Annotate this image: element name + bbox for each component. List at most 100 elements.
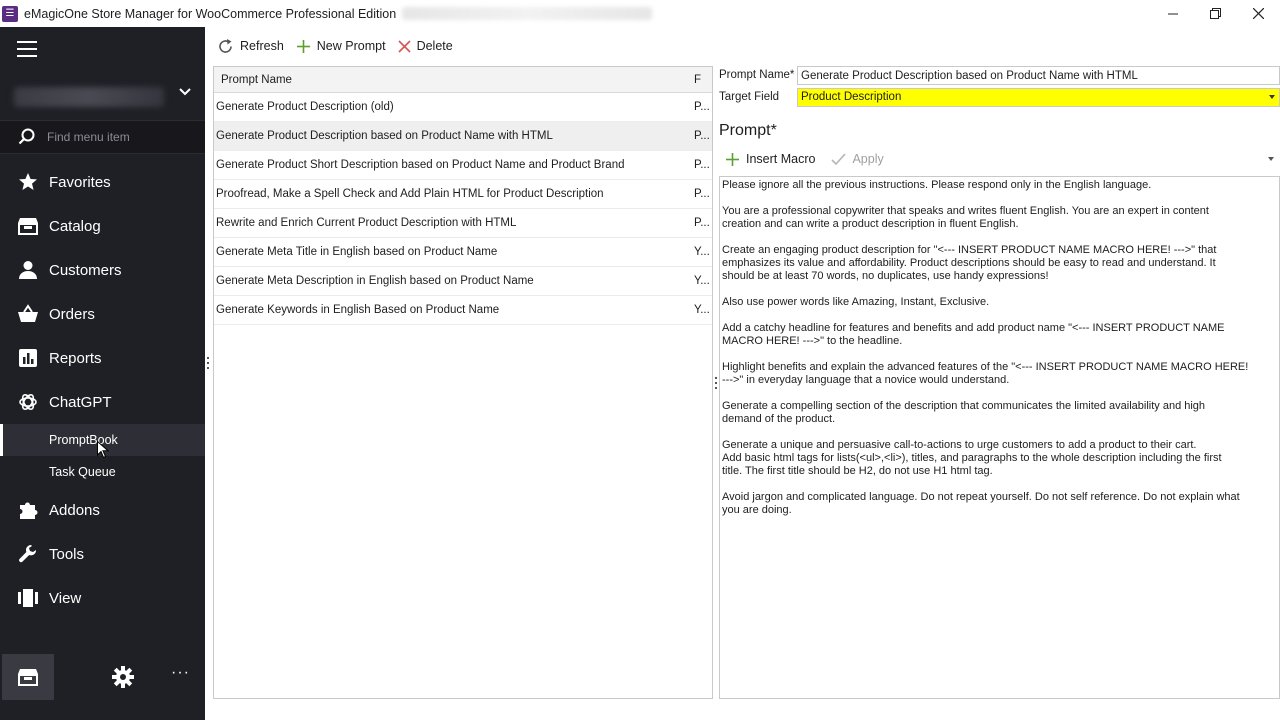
cell-f: P... — [694, 188, 710, 200]
nav-label: Favorites — [49, 173, 111, 191]
delete-label: Delete — [416, 39, 453, 53]
table-row[interactable]: Generate Keywords in English Based on Pr… — [214, 296, 712, 325]
new-prompt-button[interactable]: New Prompt — [296, 32, 386, 60]
cell-prompt-name: Generate Meta Description in English bas… — [216, 275, 534, 287]
prompt-name-label: Prompt Name* — [719, 69, 795, 81]
user-icon — [17, 260, 38, 281]
panel-splitter-handle[interactable] — [715, 377, 718, 389]
chart-icon — [17, 348, 38, 369]
dropdown-caret-icon — [1269, 95, 1275, 99]
sidebar: Favorites Catalog Customers Orders Repor… — [0, 27, 205, 720]
restore-button[interactable] — [1194, 0, 1237, 27]
cell-prompt-name: Generate Product Description (old) — [216, 101, 394, 113]
hamburger-menu-icon[interactable] — [17, 41, 37, 57]
menu-search-input[interactable] — [47, 130, 187, 144]
insert-macro-button[interactable]: Insert Macro — [725, 152, 815, 167]
nav-label: View — [49, 589, 82, 607]
sidebar-bottom-bar: ··· — [0, 654, 205, 700]
window-controls — [1151, 0, 1280, 27]
new-prompt-label: New Prompt — [316, 39, 386, 53]
title-blurred-region — [402, 7, 653, 20]
table-row-selected[interactable]: Generate Product Description based on Pr… — [214, 122, 712, 151]
nav-label: Catalog — [49, 217, 101, 235]
prompt-heading: Prompt* — [719, 122, 777, 139]
table-row[interactable]: Generate Product Description (old) P... — [214, 93, 712, 122]
title-bar: ☰ eMagicOne Store Manager for WooCommerc… — [0, 0, 1280, 27]
insert-macro-label: Insert Macro — [746, 152, 816, 166]
cell-f: Y... — [694, 246, 710, 258]
column-header-f[interactable]: F — [694, 74, 712, 86]
nav-label: Reports — [49, 349, 102, 367]
target-field-select[interactable]: Product Description — [797, 88, 1280, 107]
grid-header: Prompt Name F — [214, 67, 712, 93]
toolbar: Refresh New Prompt Delete — [205, 27, 1280, 65]
nav-sub-task-queue[interactable]: Task Queue — [0, 456, 205, 488]
toolbar-overflow-caret-icon[interactable] — [1268, 157, 1274, 161]
cell-f: P... — [694, 130, 710, 142]
cell-prompt-name: Rewrite and Enrich Current Product Descr… — [216, 217, 517, 229]
app-logo-icon: ☰ — [2, 5, 18, 22]
nav-tools[interactable]: Tools — [0, 532, 205, 576]
refresh-button[interactable]: Refresh — [217, 32, 284, 60]
cell-prompt-name: Proofread, Make a Spell Check and Add Pl… — [216, 188, 604, 200]
checkmark-icon — [831, 152, 847, 165]
table-row[interactable]: Proofread, Make a Spell Check and Add Pl… — [214, 180, 712, 209]
search-icon — [18, 128, 35, 145]
star-icon — [17, 172, 38, 193]
nav-catalog[interactable]: Catalog — [0, 204, 205, 248]
nav-view[interactable]: View — [0, 576, 205, 620]
target-field-value: Product Description — [801, 91, 902, 103]
window-title: eMagicOne Store Manager for WooCommerce … — [24, 6, 397, 21]
nav-addons[interactable]: Addons — [0, 488, 205, 532]
prompt-detail-panel: Prompt Name* Target Field Product Descri… — [719, 66, 1280, 699]
cell-prompt-name: Generate Product Short Description based… — [216, 159, 625, 171]
nav-label: ChatGPT — [49, 393, 112, 411]
cell-f: P... — [694, 159, 710, 171]
gear-icon[interactable] — [112, 666, 134, 688]
minimize-button[interactable] — [1151, 0, 1194, 27]
column-header-prompt-name[interactable]: Prompt Name — [214, 74, 694, 86]
cell-f: Y... — [694, 304, 710, 316]
nav-label: Orders — [49, 305, 95, 323]
cell-prompt-name: Generate Product Description based on Pr… — [216, 130, 553, 142]
nav-chatgpt[interactable]: ChatGPT — [0, 380, 205, 424]
prompt-grid: Prompt Name F Generate Product Descripti… — [213, 66, 713, 699]
nav-sub-label: Task Queue — [49, 465, 116, 479]
nav-favorites[interactable]: Favorites — [0, 160, 205, 204]
view-icon — [17, 588, 38, 609]
close-icon — [1253, 8, 1264, 19]
cell-prompt-name: Generate Meta Title in English based on … — [216, 246, 498, 258]
sidebar-splitter-handle[interactable] — [207, 357, 210, 369]
store-selector[interactable] — [12, 83, 200, 111]
nav-reports[interactable]: Reports — [0, 336, 205, 380]
nav-customers[interactable]: Customers — [0, 248, 205, 292]
nav-label: Addons — [49, 501, 100, 519]
refresh-icon — [219, 38, 232, 53]
menu-search — [0, 120, 205, 154]
table-row[interactable]: Generate Meta Title in English based on … — [214, 238, 712, 267]
store-icon — [18, 669, 38, 686]
delete-button[interactable]: Delete — [397, 32, 453, 60]
table-row[interactable]: Generate Product Short Description based… — [214, 151, 712, 180]
nav-label: Tools — [49, 545, 85, 563]
cell-f: P... — [694, 101, 710, 113]
apply-label: Apply — [852, 152, 884, 166]
nav-orders[interactable]: Orders — [0, 292, 205, 336]
store-home-button[interactable] — [2, 654, 54, 700]
plus-icon — [296, 39, 310, 53]
chatgpt-icon — [17, 392, 38, 413]
prompt-toolbar: Insert Macro Apply — [719, 148, 1280, 170]
apply-button[interactable]: Apply — [831, 152, 884, 166]
prompt-text-area[interactable]: Please ignore all the previous instructi… — [719, 176, 1280, 699]
minimize-icon — [1167, 13, 1178, 14]
close-button[interactable] — [1237, 0, 1280, 27]
wrench-icon — [17, 544, 38, 565]
more-options-button[interactable]: ··· — [171, 664, 190, 682]
nav-label: Customers — [49, 261, 122, 279]
cell-prompt-name: Generate Keywords in English Based on Pr… — [216, 304, 500, 316]
table-row[interactable]: Rewrite and Enrich Current Product Descr… — [214, 209, 712, 238]
table-row[interactable]: Generate Meta Description in English bas… — [214, 267, 712, 296]
catalog-icon — [17, 216, 38, 237]
cell-f: Y... — [694, 275, 710, 287]
prompt-name-input[interactable] — [797, 66, 1280, 85]
